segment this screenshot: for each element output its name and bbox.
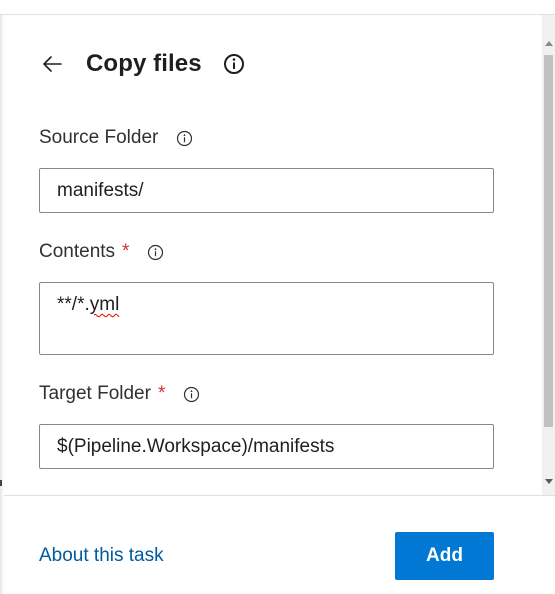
panel-header: Copy files <box>40 49 246 79</box>
arrow-left-icon <box>43 56 62 72</box>
vertical-scrollbar[interactable] <box>542 15 555 495</box>
contents-info-button[interactable] <box>145 242 165 262</box>
source-folder-value: manifests/ <box>57 179 144 201</box>
required-marker: * <box>157 383 166 404</box>
scroll-thumb[interactable] <box>544 55 553 427</box>
contents-textarea[interactable]: **/*. yml <box>39 282 494 355</box>
add-button[interactable]: Add <box>395 532 494 580</box>
required-marker: * <box>122 241 130 262</box>
source-folder-label-row: Source Folder <box>39 127 194 149</box>
task-panel: Copy files Source Folder manifests/ Cont… <box>4 15 542 594</box>
info-icon <box>223 54 244 74</box>
info-icon <box>183 386 199 402</box>
page-title: Copy files <box>86 50 202 77</box>
contents-value-misspelled: yml <box>89 294 120 315</box>
contents-label: Contents <box>39 241 116 262</box>
target-folder-value: $(Pipeline.Workspace)/manifests <box>57 435 335 457</box>
target-folder-label-row: Target Folder * <box>39 383 201 405</box>
scroll-up-arrow-icon[interactable] <box>545 41 553 46</box>
about-task-link[interactable]: About this task <box>39 545 164 567</box>
target-folder-label: Target Folder <box>39 383 151 404</box>
title-info-button[interactable] <box>222 52 246 76</box>
footer-divider <box>4 495 555 496</box>
source-folder-info-button[interactable] <box>174 128 194 148</box>
contents-label-row: Contents * <box>39 241 165 263</box>
source-folder-input[interactable]: manifests/ <box>39 168 494 213</box>
edge-marker <box>0 480 2 486</box>
info-icon <box>176 130 192 146</box>
target-folder-input[interactable]: $(Pipeline.Workspace)/manifests <box>39 424 494 469</box>
back-button[interactable] <box>40 52 64 76</box>
info-icon <box>147 244 164 260</box>
source-folder-label: Source Folder <box>39 127 159 148</box>
scroll-down-arrow-icon[interactable] <box>545 479 553 484</box>
contents-value-prefix: **/*. <box>57 294 90 315</box>
target-folder-info-button[interactable] <box>181 384 201 404</box>
